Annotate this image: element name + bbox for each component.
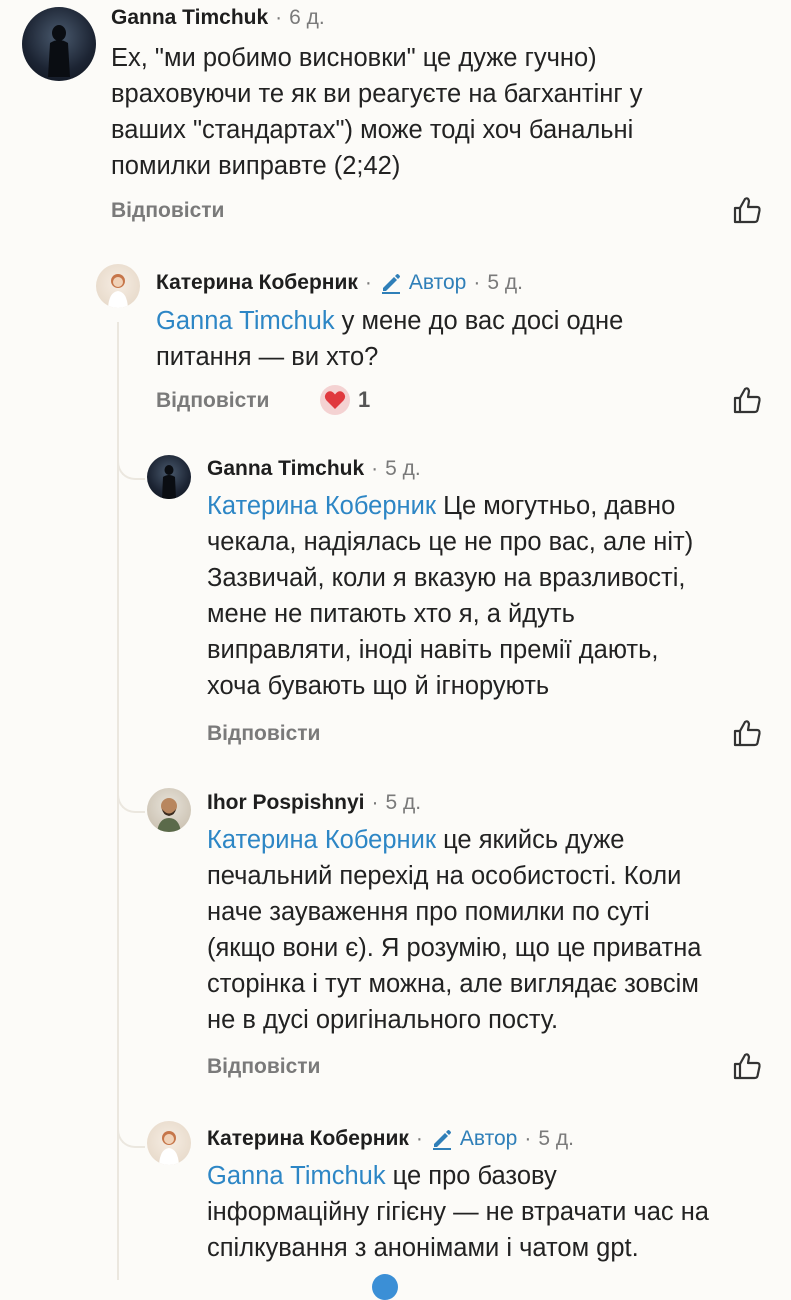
comment-line: (якщо вони є). Я розумію, що це приватна <box>207 934 702 962</box>
separator-dot: · <box>371 457 379 480</box>
comment-line: враховуючи те як ви реагуєте на багханті… <box>111 80 643 108</box>
reply-button[interactable]: Відповісти <box>156 389 269 413</box>
avatar[interactable] <box>96 264 140 308</box>
avatar[interactable] <box>147 1121 191 1165</box>
author-badge-label: Автор <box>459 1127 518 1150</box>
separator-dot: · <box>415 1127 423 1150</box>
mention-link[interactable]: Катерина Коберник <box>207 826 436 854</box>
thread-connector <box>117 452 145 480</box>
comment-body: Катерина Коберник це якийсь дуже печальн… <box>207 822 702 1038</box>
mention-link[interactable]: Ganna Timchuk <box>207 1162 386 1190</box>
comment-line: чекала, надіялась це не про вас, але ніт… <box>207 528 694 556</box>
pencil-icon <box>432 1130 451 1150</box>
comment-text: це про базову <box>385 1162 557 1190</box>
author-badge: Автор <box>430 1127 517 1151</box>
separator-dot: · <box>524 1127 532 1150</box>
comment-text: це якийсь дуже <box>436 826 625 854</box>
comment-line: інформаційну гігієну — не втрачати час н… <box>207 1198 709 1226</box>
reaction-partial <box>372 1274 398 1300</box>
author-badge-label: Автор <box>408 271 467 294</box>
thread-connector <box>117 1120 145 1148</box>
thumbs-up-icon[interactable] <box>731 194 763 226</box>
comment-meta: Катерина Коберник · Автор · 5 д. <box>156 271 523 295</box>
reaction-count: 1 <box>358 387 371 412</box>
comment-line: мене не питають хто я, а йдуть <box>207 600 575 628</box>
comment-line: хоча бувають що й ігнорують <box>207 672 550 700</box>
timestamp[interactable]: 5 д. <box>385 457 421 481</box>
comment-meta: Катерина Коберник · Автор · 5 д. <box>207 1127 574 1151</box>
comment-line: наче зауваження про помилки по суті <box>207 898 650 926</box>
reaction-summary[interactable]: 1 <box>320 385 370 415</box>
avatar[interactable] <box>147 455 191 499</box>
comment-line: спілкування з анонімами і чатом gpt. <box>207 1234 639 1262</box>
comment-line: Ganna Timchuk у мене до вас досі одне <box>156 303 623 339</box>
comment-line: печальний перехід на особистості. Коли <box>207 862 682 890</box>
separator-dot: · <box>275 6 283 29</box>
timestamp[interactable]: 5 д. <box>487 271 523 295</box>
comment-text: у мене до вас досі одне <box>334 307 624 335</box>
comment-meta: Ganna Timchuk · 6 д. <box>111 6 325 30</box>
avatar-woman-icon <box>108 274 128 308</box>
comment-text: Це могутньо, давно <box>436 492 676 520</box>
author-name[interactable]: Катерина Коберник <box>156 271 358 295</box>
avatar-woman-icon <box>159 1131 179 1165</box>
author-name[interactable]: Ganna Timchuk <box>111 6 268 30</box>
separator-dot: · <box>364 271 372 294</box>
author-badge: Автор <box>379 271 466 295</box>
thumbs-up-icon[interactable] <box>731 384 763 416</box>
comment-line: Зазвичай, коли я вказую на вразливості, <box>207 564 686 592</box>
thumbs-up-icon[interactable] <box>731 1050 763 1082</box>
author-name[interactable]: Катерина Коберник <box>207 1127 409 1151</box>
comment-body: Ех, "ми робимо висновки" це дуже гучно) … <box>111 40 642 184</box>
comment-meta: Ihor Pospishnyi · 5 д. <box>207 791 421 815</box>
reply-button[interactable]: Відповісти <box>111 199 224 223</box>
author-name[interactable]: Ganna Timchuk <box>207 457 364 481</box>
comment-line: помилки виправте (2;42) <box>111 152 401 180</box>
reply-button[interactable]: Відповісти <box>207 1055 320 1079</box>
comment-line: сторінка і тут можна, але виглядає зовсі… <box>207 970 699 998</box>
comment-line: виправляти, іноді навіть премії дають, <box>207 636 659 664</box>
avatar-silhouette-icon <box>162 465 176 499</box>
avatar-silhouette-icon <box>48 25 70 77</box>
pencil-icon <box>381 274 400 294</box>
comment-body: Ganna Timchuk це про базову інформаційну… <box>207 1158 709 1266</box>
comment-line: питання — ви хто? <box>156 343 379 371</box>
comment-body: Ganna Timchuk у мене до вас досі одне пи… <box>156 303 623 375</box>
avatar-man-icon <box>157 798 181 832</box>
comment-meta: Ganna Timchuk · 5 д. <box>207 457 421 481</box>
comment-body: Катерина Коберник Це могутньо, давно чек… <box>207 488 693 704</box>
heart-reaction-badge <box>320 385 350 415</box>
reply-button[interactable]: Відповісти <box>207 722 320 746</box>
avatar[interactable] <box>22 7 96 81</box>
author-name[interactable]: Ihor Pospishnyi <box>207 791 365 815</box>
heart-icon <box>324 391 346 409</box>
timestamp[interactable]: 5 д. <box>386 791 422 815</box>
comment-line: ваших "стандартах") може тоді хоч баналь… <box>111 116 634 144</box>
avatar[interactable] <box>147 788 191 832</box>
mention-link[interactable]: Ganna Timchuk <box>156 307 335 335</box>
thumbs-up-icon[interactable] <box>731 717 763 749</box>
comment-line: Катерина Коберник це якийсь дуже <box>207 822 702 858</box>
mention-link[interactable]: Катерина Коберник <box>207 492 436 520</box>
thread-connector <box>117 785 145 813</box>
comment-line: Ganna Timchuk це про базову <box>207 1158 709 1194</box>
comment-line: Ех, "ми робимо висновки" це дуже гучно) <box>111 44 597 72</box>
separator-dot: · <box>371 791 379 814</box>
comment-line: Катерина Коберник Це могутньо, давно <box>207 488 693 524</box>
timestamp[interactable]: 5 д. <box>538 1127 574 1151</box>
timestamp[interactable]: 6 д. <box>289 6 325 30</box>
separator-dot: · <box>473 271 481 294</box>
comment-line: не в дусі оригінального посту. <box>207 1006 559 1034</box>
